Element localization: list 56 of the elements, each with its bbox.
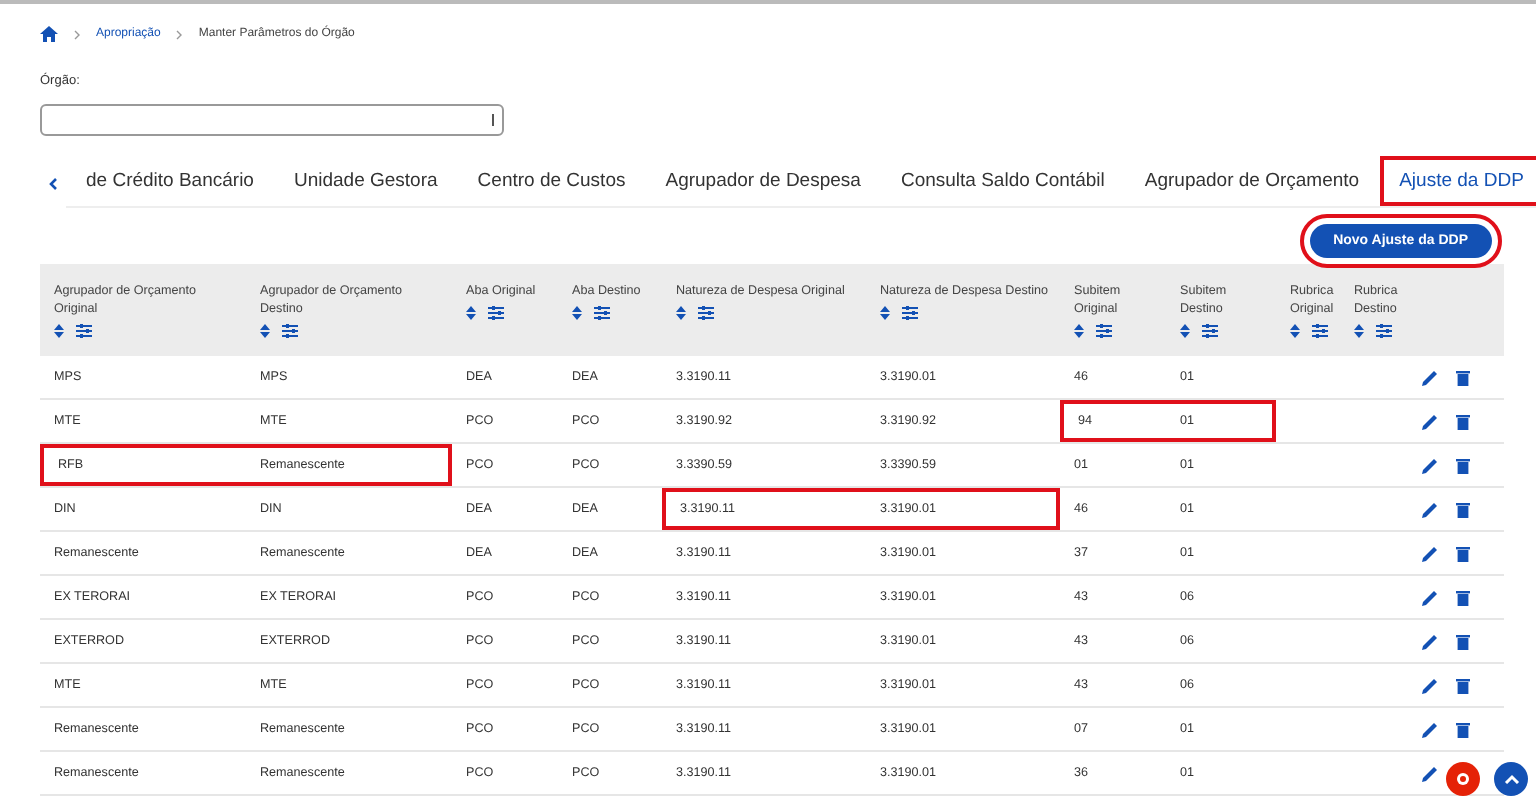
filter-icon[interactable] [282,324,298,338]
sort-icon[interactable] [466,306,476,320]
tab[interactable]: Unidade Gestora [273,156,458,206]
edit-icon[interactable] [1422,545,1438,561]
home-icon[interactable] [40,26,58,42]
delete-icon[interactable] [1456,633,1470,649]
sort-icon[interactable] [676,306,686,320]
filter-icon[interactable] [1096,324,1112,338]
tab[interactable]: de Crédito Bancário [66,156,274,206]
delete-icon[interactable] [1456,457,1470,473]
delete-icon[interactable] [1456,589,1470,605]
record-button[interactable] [1446,762,1480,796]
edit-icon[interactable] [1422,413,1438,429]
delete-icon[interactable] [1456,369,1470,385]
filter-icon[interactable] [698,306,714,320]
edit-icon[interactable] [1422,677,1438,693]
caret-icon [492,114,496,126]
filter-icon[interactable] [594,306,610,320]
chevron-icon [74,29,80,39]
tab[interactable]: Ajuste da DDP [1379,156,1536,206]
edit-icon[interactable] [1422,765,1438,781]
chevron-up-icon [1503,774,1519,784]
filter-icon[interactable] [488,306,504,320]
edit-icon[interactable] [1422,721,1438,737]
scroll-top-button[interactable] [1494,762,1528,796]
sort-icon[interactable] [260,324,270,338]
delete-icon[interactable] [1456,677,1470,693]
delete-icon[interactable] [1456,501,1470,517]
edit-icon[interactable] [1422,501,1438,517]
sort-icon[interactable] [1074,324,1084,338]
filter-icon[interactable] [1312,324,1328,338]
sort-icon[interactable] [1354,324,1364,338]
tab[interactable]: Consulta Saldo Contábil [880,156,1125,206]
orgao-select[interactable] [40,104,504,136]
chevron-icon [176,29,183,39]
tab[interactable]: Agrupador de Orçamento [1124,156,1380,206]
edit-icon[interactable] [1422,589,1438,605]
edit-icon[interactable] [1422,633,1438,649]
delete-icon[interactable] [1456,545,1470,561]
sort-icon[interactable] [880,306,890,320]
filter-icon[interactable] [76,324,92,338]
delete-icon[interactable] [1456,721,1470,737]
tab[interactable]: Agrupador de Despesa [645,156,881,206]
filter-icon[interactable] [902,306,918,320]
sort-icon[interactable] [1180,324,1190,338]
edit-icon[interactable] [1422,369,1438,385]
filter-icon[interactable] [1202,324,1218,338]
edit-icon[interactable] [1422,457,1438,473]
tab[interactable]: Centro de Custos [457,156,646,206]
sort-icon[interactable] [1290,324,1300,338]
delete-icon[interactable] [1456,413,1470,429]
sort-icon[interactable] [54,324,64,338]
record-icon [1456,772,1470,786]
chevron-left-icon [48,177,58,190]
filter-icon[interactable] [1376,324,1392,338]
sort-icon[interactable] [572,306,582,320]
